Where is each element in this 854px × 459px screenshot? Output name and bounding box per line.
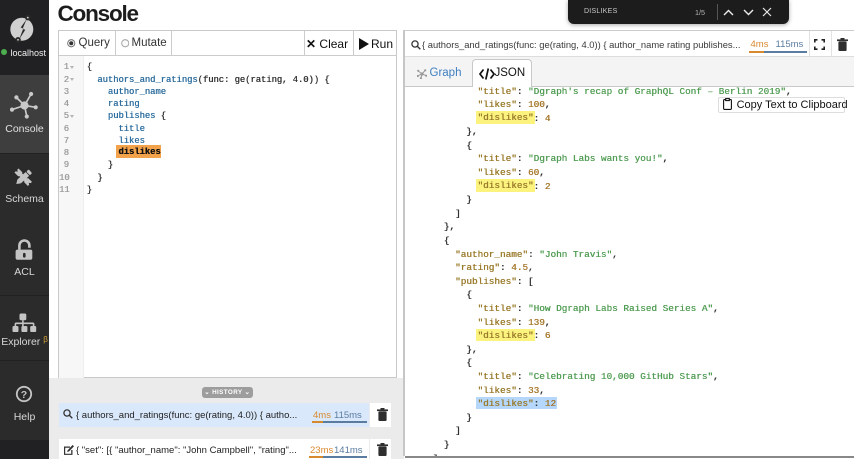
svg-text:?: ? bbox=[21, 389, 27, 401]
